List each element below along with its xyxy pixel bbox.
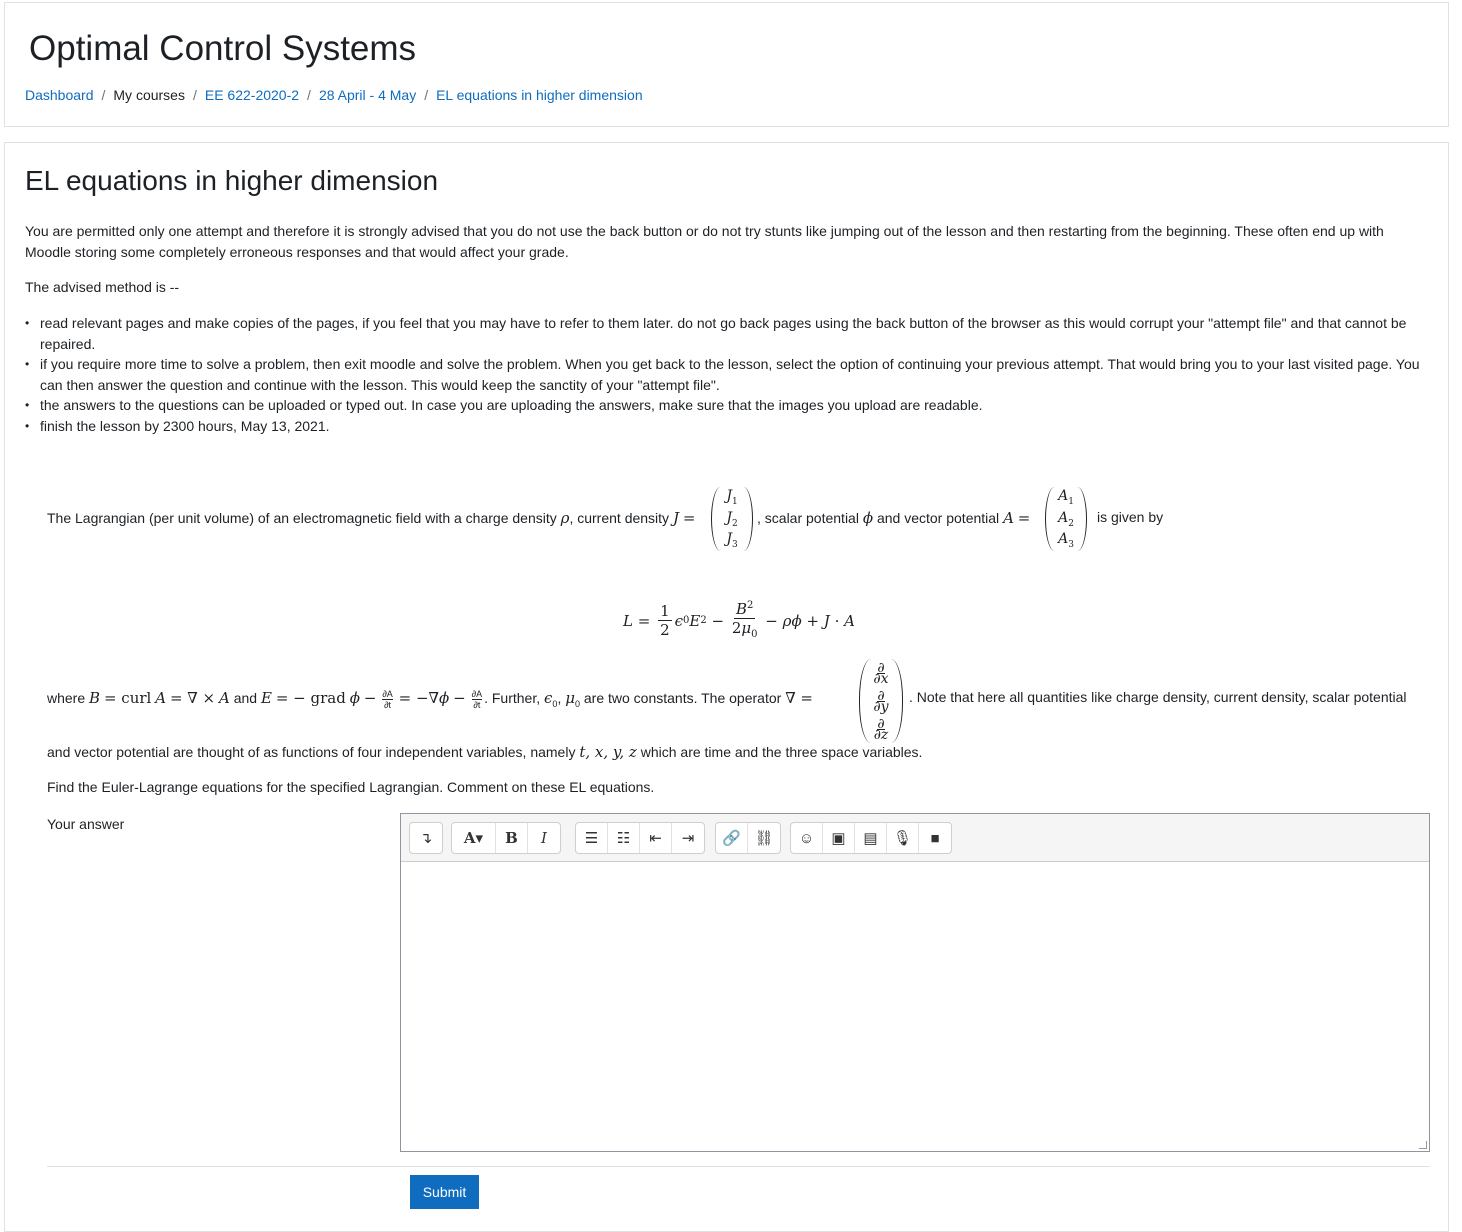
q-text: . Note that here all quantities like cha…: [909, 689, 1407, 705]
media-icon[interactable]: ▤: [855, 823, 887, 853]
q-text: . Further,: [484, 690, 541, 707]
advised-method: The advised method is --: [25, 279, 180, 295]
record-audio-icon[interactable]: 🎙: [887, 823, 919, 853]
question-line-1c: is given by: [1097, 509, 1163, 525]
partial-y: ∂ ∂y: [873, 687, 889, 715]
partial-x: ∂ ∂x: [873, 659, 889, 687]
breadcrumb-lesson[interactable]: EL equations in higher dimension: [436, 87, 643, 103]
instructions-list: read relevant pages and make copies of t…: [25, 313, 1430, 436]
list-item: finish the lesson by 2300 hours, May 13,…: [25, 416, 1430, 437]
breadcrumb-dashboard[interactable]: Dashboard: [25, 87, 94, 103]
q-text: and: [233, 690, 258, 707]
q-text: are two constants. The operator: [583, 690, 782, 707]
bold-icon[interactable]: B: [496, 823, 528, 853]
question-line-1b: , scalar potential ϕ and vector potentia…: [757, 509, 1031, 527]
image-icon[interactable]: ▣: [823, 823, 855, 853]
breadcrumb-my-courses: My courses: [113, 87, 185, 103]
answer-text-area[interactable]: [401, 862, 1429, 1151]
ordered-list-icon[interactable]: ☷: [608, 823, 640, 853]
q-text: The Lagrangian (per unit volume) of an e…: [47, 510, 557, 526]
vector-entry: A1: [1058, 488, 1074, 508]
site-title: Optimal Control Systems: [29, 29, 417, 68]
partial-z: ∂ ∂z: [873, 715, 889, 743]
link-icon[interactable]: 🔗: [716, 823, 748, 853]
font-style-icon[interactable]: A▾: [452, 823, 496, 853]
emoji-icon[interactable]: ☺: [791, 823, 823, 853]
submit-button[interactable]: Submit: [410, 1175, 479, 1209]
q-text: which are time and the three space varia…: [640, 744, 923, 760]
question-line-1: The Lagrangian (per unit volume) of an e…: [47, 509, 696, 527]
page-header: Optimal Control Systems Dashboard My cou…: [4, 2, 1449, 127]
indent-icon[interactable]: ⇥: [672, 823, 704, 853]
outdent-icon[interactable]: ⇤: [640, 823, 672, 853]
vector-entry: J2: [726, 509, 738, 529]
italic-icon[interactable]: I: [528, 823, 560, 853]
vector-entry: J3: [726, 530, 738, 550]
vector-entry: J1: [726, 488, 738, 508]
question-line-2: where B = curl A = ∇ × A and E = − grad …: [47, 689, 813, 710]
breadcrumb: Dashboard My courses EE 622-2020-2 28 Ap…: [25, 87, 643, 103]
list-item: the answers to the questions can be uplo…: [25, 395, 1430, 416]
nabla-vector: ∂ ∂x ∂ ∂y ∂ ∂z: [859, 659, 903, 743]
q-text: and vector potential are thought of as f…: [47, 744, 576, 760]
vector-potential-vector: A1 A2 A3: [1045, 487, 1087, 551]
resize-handle-icon[interactable]: [1419, 1141, 1427, 1149]
divider: [47, 1166, 1430, 1167]
breadcrumb-course[interactable]: EE 622-2020-2: [205, 87, 299, 103]
q-text: , current density: [569, 510, 670, 526]
lesson-title: EL equations in higher dimension: [25, 165, 439, 196]
lagrangian-equation: L = 12 ϵ0E2 − B2 2μ0 − ρϕ + J · A: [623, 597, 855, 644]
unlink-icon[interactable]: ⛓: [748, 823, 780, 853]
lesson-card: EL equations in higher dimension You are…: [4, 142, 1449, 1232]
record-video-icon[interactable]: ■: [919, 823, 951, 853]
question-task: Find the Euler-Lagrange equations for th…: [47, 779, 655, 795]
editor-toolbar: ↴ A▾ B I ☰ ☷ ⇤ ⇥ 🔗 ⛓ ☺ ▣ ▤ 🎙 ■: [401, 814, 1429, 862]
collapse-icon[interactable]: ↴: [410, 823, 442, 853]
q-text: , scalar potential: [757, 510, 859, 526]
unordered-list-icon[interactable]: ☰: [576, 823, 608, 853]
vector-entry: A3: [1058, 530, 1074, 550]
q-text: and vector potential: [876, 510, 1000, 526]
question-line-3: and vector potential are thought of as f…: [47, 743, 923, 761]
q-text: where: [47, 690, 86, 707]
question-line-2b: . Note that here all quantities like cha…: [909, 689, 1407, 705]
answer-editor: ↴ A▾ B I ☰ ☷ ⇤ ⇥ 🔗 ⛓ ☺ ▣ ▤ 🎙 ■: [400, 813, 1430, 1152]
list-item: if you require more time to solve a prob…: [25, 354, 1430, 395]
breadcrumb-section[interactable]: 28 April - 4 May: [319, 87, 416, 103]
vector-entry: A2: [1058, 509, 1074, 529]
lesson-intro: You are permitted only one attempt and t…: [25, 223, 1384, 260]
answer-label: Your answer: [47, 816, 125, 832]
current-density-vector: J1 J2 J3: [711, 487, 753, 551]
q-text: is given by: [1097, 509, 1164, 525]
list-item: read relevant pages and make copies of t…: [25, 313, 1430, 354]
